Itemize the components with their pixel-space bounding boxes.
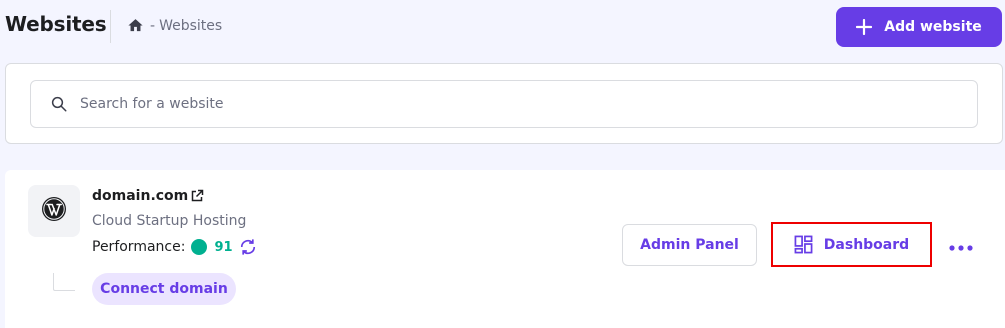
hosting-plan: Cloud Startup Hosting bbox=[92, 213, 247, 229]
performance-status-dot bbox=[191, 239, 208, 255]
dashboard-label: Dashboard bbox=[823, 236, 910, 253]
website-logo bbox=[28, 185, 80, 237]
search-input[interactable] bbox=[80, 96, 880, 112]
home-icon[interactable] bbox=[127, 17, 144, 34]
admin-panel-button[interactable]: Admin Panel bbox=[622, 224, 757, 266]
breadcrumb-current: Websites bbox=[159, 17, 223, 34]
connector-line bbox=[53, 273, 75, 291]
search-icon bbox=[50, 95, 68, 113]
search-card bbox=[5, 63, 1003, 144]
page-title: Websites bbox=[5, 12, 107, 36]
website-card: domain.com Cloud Startup Hosting Perform… bbox=[5, 170, 1005, 328]
connect-domain-button[interactable]: Connect domain bbox=[92, 273, 236, 305]
wordpress-logo-icon bbox=[41, 196, 67, 226]
performance-label: Performance: bbox=[92, 239, 186, 255]
domain-name[interactable]: domain.com bbox=[92, 188, 188, 204]
refresh-icon[interactable] bbox=[238, 237, 258, 257]
breadcrumb: - Websites bbox=[127, 17, 222, 34]
dashboard-grid-icon bbox=[794, 235, 813, 254]
more-options-button[interactable] bbox=[946, 235, 976, 255]
add-website-label: Add website bbox=[884, 19, 982, 35]
add-website-button[interactable]: Add website bbox=[836, 7, 1002, 47]
search-box[interactable] bbox=[30, 80, 978, 128]
domain-row: domain.com bbox=[92, 188, 204, 204]
external-link-icon[interactable] bbox=[190, 189, 204, 203]
performance-score: 91 bbox=[214, 239, 233, 255]
breadcrumb-separator: - bbox=[150, 17, 156, 34]
dashboard-button[interactable]: Dashboard bbox=[771, 222, 932, 267]
header-divider bbox=[110, 10, 111, 43]
performance-row: Performance: 91 bbox=[92, 237, 258, 257]
more-horizontal-icon bbox=[949, 236, 973, 255]
plus-icon bbox=[856, 19, 873, 35]
page-header: Websites - Websites Add website bbox=[0, 0, 1005, 54]
